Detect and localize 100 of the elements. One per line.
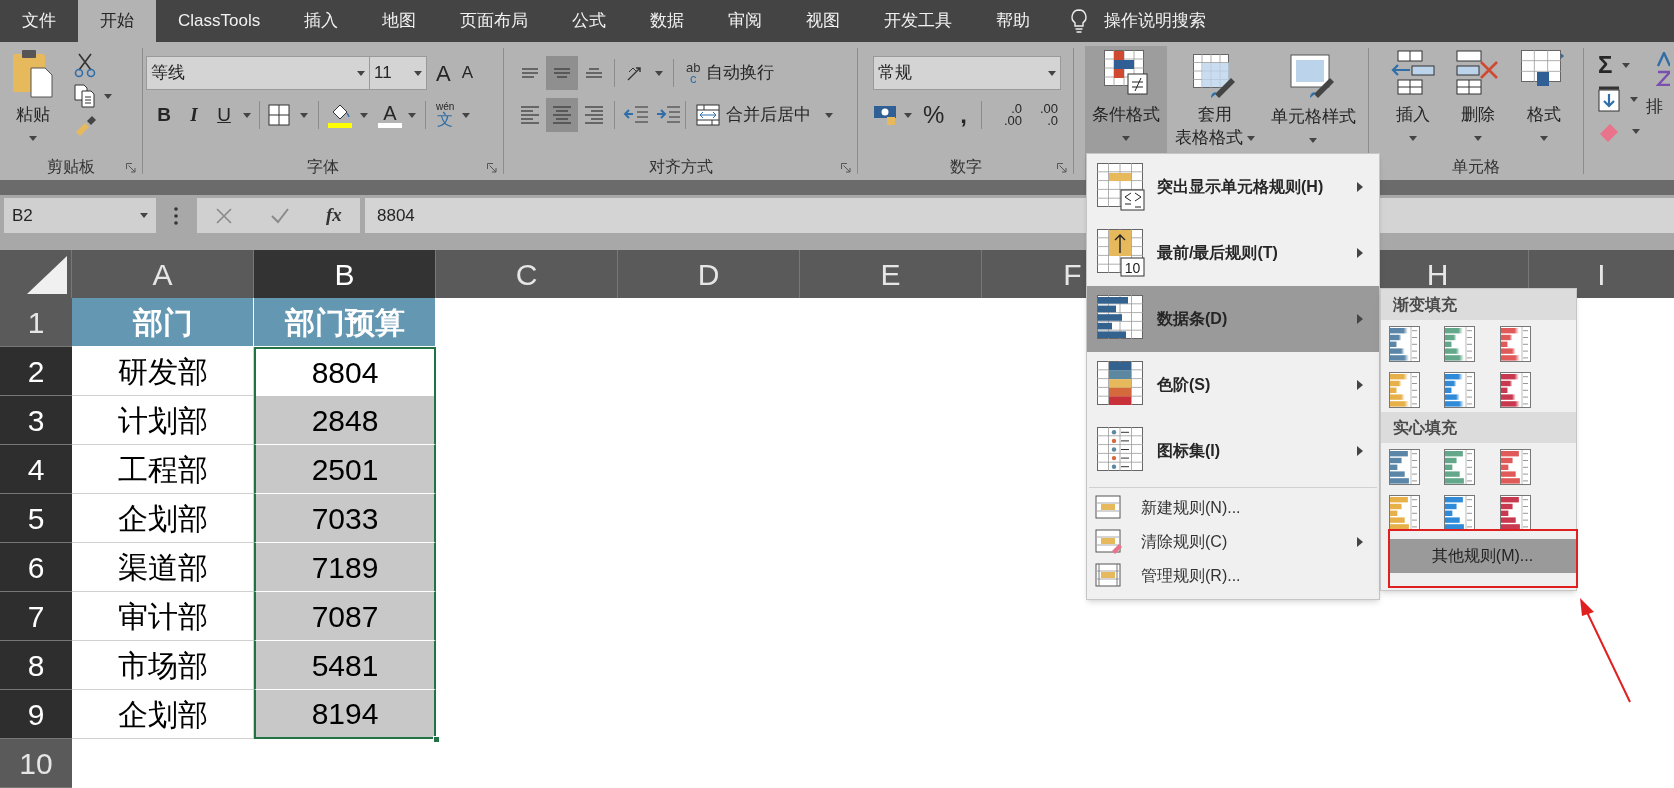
dialog-launcher-icon[interactable] — [1057, 163, 1067, 173]
fill-handle[interactable] — [433, 736, 440, 743]
scissors-icon[interactable] — [74, 52, 96, 78]
menu-item[interactable]: 清除规则(C) — [1087, 525, 1379, 559]
name-box[interactable]: B2 — [4, 198, 156, 233]
menu-item[interactable]: 数据条(D) — [1087, 286, 1379, 352]
shrink-font-button[interactable]: A — [455, 60, 480, 86]
dialog-launcher-icon[interactable] — [126, 163, 136, 173]
vertical-align-button[interactable] — [546, 56, 578, 90]
italic-button[interactable]: I — [179, 99, 209, 131]
row-header[interactable]: 2 — [0, 347, 72, 396]
paste-button[interactable]: 粘贴 — [0, 48, 66, 154]
caret-icon — [243, 112, 251, 118]
table-cell[interactable]: 8194 — [254, 690, 436, 739]
table-cell[interactable]: 7189 — [254, 543, 436, 592]
insert-function-button[interactable]: fx — [325, 201, 342, 230]
increase-decimal-button[interactable]: .0 .00 — [992, 103, 1022, 127]
column-header[interactable]: E — [800, 250, 982, 298]
data-bar-style-option[interactable] — [1499, 372, 1531, 408]
currency-icon[interactable] — [873, 103, 899, 127]
phonetic-guide-button[interactable]: wén 文 — [436, 102, 455, 128]
ribbon-tab[interactable]: 页面布局 — [438, 0, 551, 42]
delete-cells-button[interactable]: 删除 — [1445, 50, 1511, 154]
ribbon-tab[interactable]: 帮助 — [974, 0, 1053, 42]
increase-indent-icon[interactable] — [655, 104, 681, 126]
table-cell[interactable]: 8804 — [254, 347, 436, 396]
ribbon-tab[interactable]: 开发工具 — [862, 0, 975, 42]
group-label: 剪贴板 — [47, 157, 95, 177]
ribbon-tab[interactable]: 地图 — [360, 0, 439, 42]
data-bar-style-option[interactable] — [1389, 495, 1420, 531]
menu-item[interactable]: 新建规则(N)... — [1087, 491, 1379, 525]
row-header[interactable]: 1 — [0, 298, 72, 347]
insert-cells-button[interactable]: 插入 — [1381, 50, 1445, 154]
ribbon-tab[interactable]: 审阅 — [706, 0, 785, 42]
font-color-button[interactable]: A — [377, 102, 403, 128]
menu-item[interactable]: 管理规则(R)... — [1087, 559, 1379, 593]
data-bar-style-option[interactable] — [1444, 495, 1476, 531]
menu-item[interactable]: 图标集(I) — [1087, 418, 1379, 484]
menu-item[interactable]: 色阶(S) — [1087, 352, 1379, 418]
row-header[interactable]: 7 — [0, 592, 72, 641]
data-bar-style-option[interactable] — [1389, 449, 1420, 485]
ribbon-tab[interactable]: 插入 — [282, 0, 361, 42]
table-cell[interactable]: 7087 — [254, 592, 436, 641]
data-bar-style-option[interactable] — [1499, 326, 1531, 362]
borders-icon[interactable] — [268, 104, 290, 126]
horizontal-align-button[interactable] — [546, 98, 578, 132]
row-header[interactable]: 8 — [0, 641, 72, 690]
caret-icon — [1622, 62, 1631, 68]
row-header[interactable]: 5 — [0, 494, 72, 543]
row-header[interactable]: 9 — [0, 690, 72, 739]
data-bar-style-option[interactable] — [1444, 326, 1476, 362]
font-name-field[interactable]: 等线 — [146, 56, 370, 90]
enter-check-icon[interactable] — [269, 206, 290, 225]
data-bar-style-option[interactable] — [1499, 449, 1531, 485]
decrease-decimal-button[interactable]: .00 .0 — [1028, 103, 1058, 127]
tell-me-search[interactable]: 操作说明搜索 — [1104, 8, 1207, 34]
more-options-icon[interactable] — [173, 206, 179, 226]
table-cell[interactable]: 2501 — [254, 445, 436, 494]
data-bar-style-option[interactable] — [1499, 495, 1531, 531]
decrease-indent-icon[interactable] — [623, 104, 649, 126]
ribbon-tab[interactable]: ClassTools — [156, 0, 283, 42]
table-cell[interactable]: 2848 — [254, 396, 436, 445]
table-cell[interactable]: 7033 — [254, 494, 436, 543]
autosum-button[interactable]: Σ — [1598, 52, 1613, 78]
data-bar-style-option[interactable] — [1444, 449, 1476, 485]
ribbon-tab[interactable]: 公式 — [550, 0, 629, 42]
column-header[interactable]: B — [254, 250, 436, 298]
format-cells-button[interactable]: 格式 — [1511, 50, 1577, 154]
dialog-launcher-icon[interactable] — [841, 163, 851, 173]
row-header[interactable]: 4 — [0, 445, 72, 494]
fill-down-icon[interactable] — [1598, 86, 1620, 112]
row-header[interactable]: 10 — [0, 739, 72, 788]
merge-center-button[interactable]: 合并后居中 — [696, 102, 833, 128]
underline-button[interactable]: U — [209, 99, 239, 131]
cancel-icon[interactable] — [215, 206, 234, 225]
comma-style-button[interactable]: , — [960, 97, 967, 133]
column-header[interactable]: C — [436, 250, 618, 298]
ribbon-tab[interactable]: 视图 — [784, 0, 863, 42]
format-painter-icon[interactable] — [74, 114, 98, 136]
column-header[interactable]: D — [618, 250, 800, 298]
grow-font-button[interactable]: A — [431, 56, 456, 90]
ribbon-tab[interactable]: 开始 — [78, 0, 156, 42]
table-cell[interactable]: 5481 — [254, 641, 436, 690]
number-format-field[interactable]: 常规 — [873, 56, 1061, 90]
copy-icon[interactable] — [74, 84, 96, 108]
bold-button[interactable]: B — [149, 99, 179, 131]
data-bar-style-option[interactable] — [1389, 326, 1420, 362]
row-header[interactable]: 6 — [0, 543, 72, 592]
font-size-field[interactable]: 11 — [370, 56, 427, 90]
data-bar-style-option[interactable] — [1444, 372, 1476, 408]
more-rules-button[interactable]: 其他规则(M)... — [1389, 539, 1576, 573]
ribbon-tab[interactable]: 数据 — [628, 0, 707, 42]
sort-icon[interactable] — [1656, 52, 1670, 86]
row-header[interactable]: 3 — [0, 396, 72, 445]
select-all-icon[interactable] — [27, 256, 67, 294]
data-bar-style-option[interactable] — [1389, 372, 1420, 408]
fill-color-icon[interactable] — [327, 102, 353, 128]
dialog-launcher-icon[interactable] — [487, 163, 497, 173]
ribbon-tab[interactable]: 文件 — [0, 0, 78, 42]
percent-button[interactable]: % — [923, 97, 945, 133]
